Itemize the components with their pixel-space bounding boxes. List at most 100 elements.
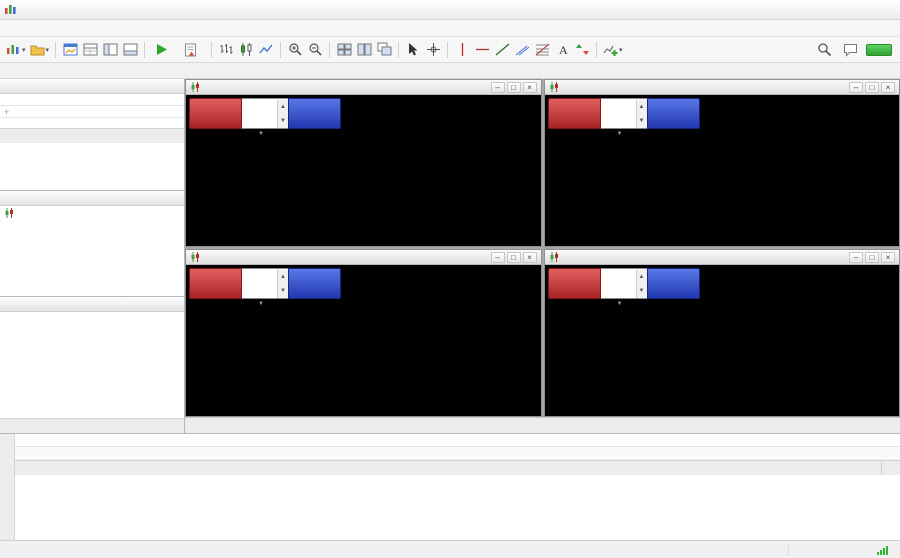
arrows-button[interactable]	[572, 40, 592, 60]
window-close-button[interactable]	[872, 2, 896, 18]
calendar-group-row	[15, 447, 900, 460]
crosshair-button[interactable]	[423, 40, 443, 60]
vertical-line-button[interactable]	[452, 40, 472, 60]
cascade-windows-button[interactable]	[374, 40, 394, 60]
buy-button[interactable]	[646, 268, 700, 299]
chart-maximize-button[interactable]: □	[506, 251, 521, 263]
window-titlebar	[0, 0, 900, 20]
chart-titlebar[interactable]: – □ ×	[186, 250, 541, 265]
autotrading-button[interactable]	[149, 40, 178, 60]
widget-collapse-button[interactable]: ▼	[258, 301, 264, 307]
volume-stepper[interactable]: ▲ ▼	[600, 268, 647, 299]
zoom-in-button[interactable]	[285, 40, 305, 60]
navigator-toggle-button[interactable]	[100, 40, 120, 60]
zoom-out-icon	[308, 43, 322, 56]
buy-button[interactable]	[646, 98, 700, 129]
volume-down-button[interactable]: ▼	[278, 113, 288, 128]
candlestick-chart-icon	[240, 43, 252, 56]
trendline-icon	[495, 43, 509, 56]
crosshair-icon	[426, 43, 440, 56]
chart-titlebar[interactable]: – □ ×	[544, 80, 899, 95]
chart-close-button[interactable]: ×	[881, 251, 895, 263]
chart-maximize-button[interactable]: □	[865, 251, 879, 263]
widget-collapse-button[interactable]: ▼	[617, 131, 623, 137]
trendline-button[interactable]	[492, 40, 512, 60]
tile-windows-button[interactable]	[334, 40, 354, 60]
toolbox-toggle-button[interactable]	[120, 40, 140, 60]
new-chart-button[interactable]: ▾	[4, 40, 28, 60]
candlestick-mini-icon	[191, 82, 199, 92]
search-button[interactable]	[814, 40, 834, 60]
sell-button[interactable]	[547, 268, 601, 299]
widget-collapse-button[interactable]: ▼	[258, 131, 264, 137]
profiles-button[interactable]: ▾	[28, 40, 52, 60]
widget-collapse-button[interactable]: ▼	[617, 301, 623, 307]
line-chart-icon	[259, 44, 273, 54]
chart-minimize-button[interactable]: –	[849, 81, 863, 93]
volume-down-button[interactable]: ▼	[636, 283, 647, 298]
volume-up-button[interactable]: ▲	[278, 269, 288, 284]
volume-up-button[interactable]: ▲	[636, 99, 647, 114]
market-watch-column-headers	[0, 94, 184, 106]
navigator-header[interactable]	[0, 297, 184, 312]
navigator-icon	[103, 43, 118, 56]
chart-plot[interactable]: ▲ ▼ ▼	[544, 95, 899, 246]
navigator-tabs	[0, 418, 184, 433]
one-click-trading-widget: ▲ ▼	[189, 268, 341, 299]
chart-close-button[interactable]: ×	[881, 81, 895, 93]
chat-button[interactable]	[840, 40, 860, 60]
volume-stepper[interactable]: ▲ ▼	[242, 98, 288, 129]
chart-titlebar[interactable]: – □ ×	[544, 250, 899, 265]
chart-close-button[interactable]: ×	[522, 81, 537, 93]
autotrading-icon	[157, 44, 168, 55]
chart-titlebar[interactable]: – □ ×	[186, 80, 541, 95]
horizontal-line-button[interactable]	[472, 40, 492, 60]
cursor-button[interactable]	[403, 40, 423, 60]
bar-chart-button[interactable]	[216, 40, 236, 60]
data-window-header[interactable]	[0, 191, 184, 206]
chart-plot[interactable]: ▲ ▼ ▼	[186, 95, 541, 246]
chart-minimize-button[interactable]: –	[490, 251, 505, 263]
chart-maximize-button[interactable]: □	[865, 81, 879, 93]
indicators-button[interactable]: ▾	[601, 40, 625, 60]
sell-button[interactable]	[189, 98, 242, 129]
candlestick-mini-icon	[191, 252, 199, 262]
chart-plot[interactable]: ▲ ▼ ▼	[544, 265, 899, 416]
window-minimize-button[interactable]	[824, 2, 848, 18]
chart-close-button[interactable]: ×	[522, 251, 537, 263]
volume-down-button[interactable]: ▼	[278, 283, 288, 298]
toolbox-vertical-label[interactable]	[0, 434, 15, 540]
channel-button[interactable]	[512, 40, 532, 60]
one-click-trading-widget: ▲ ▼	[547, 268, 700, 299]
buy-button[interactable]	[288, 98, 341, 129]
new-order-button[interactable]	[178, 40, 207, 60]
chart-minimize-button[interactable]: –	[849, 251, 863, 263]
data-window-toggle-button[interactable]	[80, 40, 100, 60]
volume-stepper[interactable]: ▲ ▼	[242, 268, 288, 299]
text-label-button[interactable]: A	[552, 40, 572, 60]
market-watch-toggle-button[interactable]	[60, 40, 80, 60]
window-maximize-button[interactable]	[848, 2, 872, 18]
volume-down-button[interactable]: ▼	[636, 113, 647, 128]
chart-window-usdjpy: – □ × ▲ ▼ ▼	[543, 249, 900, 417]
volume-stepper[interactable]: ▲ ▼	[600, 98, 647, 129]
chart-maximize-button[interactable]: □	[506, 81, 521, 93]
volume-up-button[interactable]: ▲	[636, 269, 647, 284]
buy-button[interactable]	[288, 268, 341, 299]
data-window-panel	[0, 191, 184, 297]
candlestick-chart-button[interactable]	[236, 40, 256, 60]
zoom-out-button[interactable]	[305, 40, 325, 60]
sell-button[interactable]	[547, 98, 601, 129]
strategy-tester-button[interactable]	[881, 462, 900, 475]
sell-button[interactable]	[189, 268, 242, 299]
chart-plot[interactable]: ▲ ▼ ▼	[186, 265, 541, 416]
line-chart-button[interactable]	[256, 40, 276, 60]
volume-up-button[interactable]: ▲	[278, 99, 288, 114]
status-connection[interactable]	[788, 544, 900, 555]
chart-minimize-button[interactable]: –	[490, 81, 505, 93]
market-watch-header[interactable]	[0, 79, 184, 94]
tile-vertical-button[interactable]	[354, 40, 374, 60]
chart-window-gbpusd: – □ × ▲ ▼ ▼	[185, 79, 542, 247]
market-watch-add-row[interactable]: +	[0, 106, 184, 117]
fibonacci-button[interactable]	[532, 40, 552, 60]
